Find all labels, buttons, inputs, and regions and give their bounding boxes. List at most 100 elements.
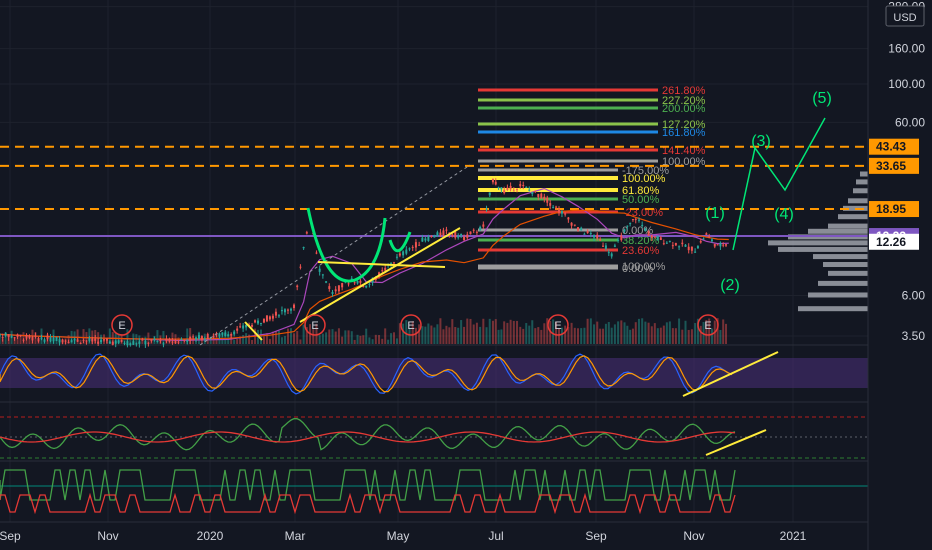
volume-bar bbox=[277, 330, 280, 344]
candle-body bbox=[262, 318, 265, 323]
candle-body bbox=[684, 244, 687, 247]
candle-body bbox=[46, 335, 49, 340]
candle-body bbox=[257, 320, 260, 324]
candle-body bbox=[713, 243, 716, 247]
volume-bar bbox=[328, 329, 331, 344]
trading-chart[interactable]: 261.80%227.20%200.00%127.20%161.80%141.4… bbox=[0, 0, 932, 550]
candle-body bbox=[368, 283, 371, 285]
candle-body bbox=[555, 206, 558, 208]
elliott-wave-label: (1) bbox=[705, 205, 725, 222]
candle-body bbox=[183, 339, 186, 341]
candle-body bbox=[384, 267, 387, 271]
candle-body bbox=[4, 332, 7, 336]
elliott-wave-label: (2) bbox=[720, 277, 740, 294]
volume-bar bbox=[356, 334, 359, 344]
candle-body bbox=[120, 339, 123, 342]
volume-bar bbox=[445, 325, 448, 344]
volume-profile-bar bbox=[768, 240, 868, 246]
candle-body bbox=[402, 251, 405, 256]
volume-bar bbox=[469, 318, 472, 344]
candle-body bbox=[105, 338, 108, 341]
volume-bar bbox=[378, 335, 381, 344]
candle-body bbox=[564, 213, 567, 215]
candle-body bbox=[132, 341, 135, 345]
candle-body bbox=[144, 340, 147, 345]
candle-body bbox=[79, 342, 82, 344]
candle-body bbox=[16, 334, 19, 337]
volume-bar bbox=[610, 327, 613, 344]
candle-body bbox=[722, 244, 725, 246]
price-level-tag-label: 18.95 bbox=[876, 202, 906, 216]
volume-bar bbox=[540, 329, 543, 344]
candle-body bbox=[602, 245, 605, 247]
volume-bar bbox=[393, 332, 396, 344]
candle-body bbox=[289, 308, 292, 311]
earnings-marker-label: E bbox=[118, 320, 125, 332]
volume-bar bbox=[647, 322, 650, 344]
candle-body bbox=[230, 333, 233, 336]
candle-body bbox=[318, 268, 321, 272]
candle-body bbox=[671, 245, 674, 247]
candle-body bbox=[325, 281, 328, 283]
candle-body bbox=[91, 338, 94, 342]
candle-body bbox=[604, 245, 607, 249]
candle-body bbox=[31, 336, 34, 341]
volume-bar bbox=[634, 322, 637, 344]
candle-body bbox=[103, 339, 106, 341]
volume-bar bbox=[463, 326, 466, 344]
volume-bar bbox=[725, 323, 728, 344]
volume-bar bbox=[488, 318, 491, 344]
volume-bar bbox=[448, 327, 451, 344]
volume-bar bbox=[564, 325, 567, 344]
candle-body bbox=[156, 341, 159, 343]
candle-body bbox=[174, 340, 177, 344]
volume-bar bbox=[362, 335, 365, 344]
candle-body bbox=[408, 248, 411, 250]
candle-body bbox=[472, 229, 475, 231]
candle-body bbox=[277, 315, 280, 317]
volume-bar bbox=[395, 338, 398, 344]
candle-body bbox=[641, 224, 644, 226]
candle-body bbox=[442, 230, 445, 236]
candle-body bbox=[341, 283, 344, 288]
candle-body bbox=[537, 194, 540, 198]
candle-body bbox=[251, 325, 254, 327]
candle-body bbox=[111, 341, 114, 345]
candle-body bbox=[359, 280, 362, 283]
volume-bar bbox=[637, 318, 640, 344]
volume-bar bbox=[629, 329, 632, 344]
volume-bar bbox=[576, 328, 579, 344]
candle-body bbox=[271, 315, 274, 319]
candle-body bbox=[347, 283, 350, 285]
candle-body bbox=[445, 229, 448, 231]
candle-body bbox=[108, 341, 111, 344]
candle-body bbox=[224, 332, 227, 336]
volume-bar bbox=[604, 323, 607, 344]
volume-bar bbox=[607, 322, 610, 344]
volume-bar bbox=[268, 338, 271, 344]
volume-profile-bar bbox=[778, 246, 868, 252]
volume-bar bbox=[722, 319, 725, 344]
volume-profile-bar bbox=[808, 228, 868, 234]
candle-body bbox=[488, 192, 491, 196]
candle-body bbox=[147, 342, 150, 344]
candle-body bbox=[656, 236, 659, 240]
fib-level-label: 200.00% bbox=[662, 103, 706, 115]
volume-profile-bar bbox=[838, 214, 868, 220]
candle-body bbox=[613, 245, 616, 247]
candle-body bbox=[393, 262, 396, 264]
candle-body bbox=[552, 206, 555, 208]
candle-body bbox=[702, 238, 705, 240]
volume-bar bbox=[374, 334, 377, 344]
volume-bar bbox=[599, 328, 602, 344]
volume-bar bbox=[620, 320, 623, 344]
volume-bar bbox=[678, 318, 681, 344]
time-tick-label: Sep bbox=[0, 529, 21, 543]
volume-bar bbox=[596, 321, 599, 344]
candle-body bbox=[653, 236, 656, 238]
volume-bar bbox=[433, 327, 436, 344]
candle-body bbox=[159, 339, 162, 342]
candle-body bbox=[7, 334, 10, 338]
volume-bar bbox=[350, 331, 353, 344]
candle-body bbox=[430, 236, 433, 238]
